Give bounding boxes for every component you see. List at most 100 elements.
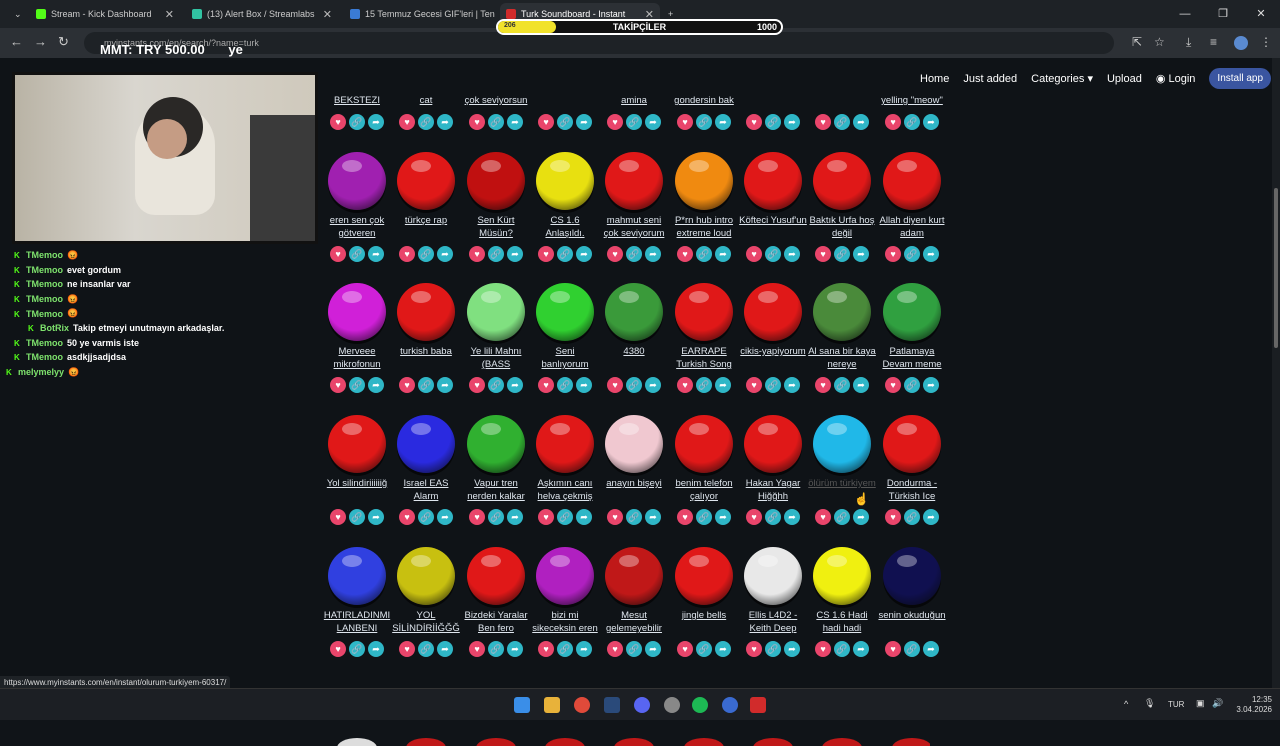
spotify-icon[interactable]: [692, 697, 708, 713]
sound-label[interactable]: [531, 94, 599, 107]
sound-play-button[interactable]: [467, 547, 525, 605]
reload-icon[interactable]: ↻: [58, 34, 69, 50]
share-icon[interactable]: ➦: [368, 509, 384, 525]
share-icon[interactable]: ➦: [853, 246, 869, 262]
nav-upload[interactable]: Upload: [1107, 73, 1142, 85]
share-icon[interactable]: ➦: [784, 509, 800, 525]
sound-play-button[interactable]: [883, 415, 941, 473]
sound-play-button[interactable]: [328, 283, 386, 341]
favorite-heart-icon[interactable]: ♥: [815, 641, 831, 657]
profile-avatar[interactable]: [1234, 36, 1248, 50]
sound-play-button[interactable]: [813, 152, 871, 210]
sound-play-button[interactable]: [744, 152, 802, 210]
sound-play-button[interactable]: [476, 738, 516, 746]
sound-label[interactable]: Dondurma - Türkish Ice: [878, 477, 946, 503]
copy-link-icon[interactable]: 🔗: [557, 377, 573, 393]
share-icon[interactable]: ➦: [853, 114, 869, 130]
sound-play-button[interactable]: [813, 415, 871, 473]
favorite-heart-icon[interactable]: ♥: [746, 377, 762, 393]
back-icon[interactable]: ←: [10, 34, 23, 49]
sound-play-button[interactable]: [883, 547, 941, 605]
file-explorer-icon[interactable]: [544, 697, 560, 713]
copy-link-icon[interactable]: 🔗: [904, 641, 920, 657]
share-icon[interactable]: ➦: [576, 246, 592, 262]
sound-play-button[interactable]: [467, 152, 525, 210]
sound-label[interactable]: Al sana bir kaya nereye: [808, 345, 876, 371]
menu-icon[interactable]: ⋮: [1260, 35, 1272, 49]
copy-link-icon[interactable]: 🔗: [418, 114, 434, 130]
share-icon[interactable]: ➦: [853, 377, 869, 393]
sound-play-button[interactable]: [744, 415, 802, 473]
favorite-heart-icon[interactable]: ♥: [469, 246, 485, 262]
favorite-heart-icon[interactable]: ♥: [815, 509, 831, 525]
favorite-heart-icon[interactable]: ♥: [399, 509, 415, 525]
sound-play-button[interactable]: [328, 547, 386, 605]
steam-icon[interactable]: [604, 697, 620, 713]
copy-link-icon[interactable]: 🔗: [904, 377, 920, 393]
bookmark-icon[interactable]: ☆: [1154, 35, 1165, 49]
share-icon[interactable]: ➦: [507, 377, 523, 393]
sound-label[interactable]: HATIRLADINMI LANBENI: [323, 609, 391, 635]
favorite-heart-icon[interactable]: ♥: [607, 509, 623, 525]
sound-play-button[interactable]: [605, 283, 663, 341]
discord-icon[interactable]: [634, 697, 650, 713]
share-icon[interactable]: ➦: [923, 641, 939, 657]
sound-label[interactable]: Bizdeki Yaralar Ben fero: [462, 609, 530, 635]
share-icon[interactable]: ➦: [368, 246, 384, 262]
sound-play-button[interactable]: [813, 547, 871, 605]
sound-label[interactable]: amina: [600, 94, 668, 107]
copy-link-icon[interactable]: 🔗: [557, 641, 573, 657]
favorite-heart-icon[interactable]: ♥: [815, 246, 831, 262]
favorite-heart-icon[interactable]: ♥: [538, 509, 554, 525]
sound-label[interactable]: Ye lili Mahnı (BASS: [462, 345, 530, 371]
copy-link-icon[interactable]: 🔗: [418, 509, 434, 525]
sound-label[interactable]: türkçe rap: [392, 214, 460, 240]
share-icon[interactable]: ➦: [437, 114, 453, 130]
copy-link-icon[interactable]: 🔗: [488, 114, 504, 130]
sound-label[interactable]: Merveee mikrofonun: [323, 345, 391, 371]
sound-label[interactable]: BEKSTEZI: [323, 94, 391, 107]
share-icon[interactable]: ➦: [923, 114, 939, 130]
share-icon[interactable]: ➦: [715, 509, 731, 525]
favorite-heart-icon[interactable]: ♥: [330, 246, 346, 262]
favorite-heart-icon[interactable]: ♥: [885, 377, 901, 393]
sound-label[interactable]: P*rn hub intro extreme loud: [670, 214, 738, 240]
share-icon[interactable]: ➦: [507, 509, 523, 525]
copy-link-icon[interactable]: 🔗: [765, 114, 781, 130]
copy-link-icon[interactable]: 🔗: [626, 641, 642, 657]
sound-play-button[interactable]: [536, 283, 594, 341]
favorite-heart-icon[interactable]: ♥: [815, 114, 831, 130]
sound-label[interactable]: cat: [392, 94, 460, 107]
sound-play-button[interactable]: [536, 152, 594, 210]
favorite-heart-icon[interactable]: ♥: [538, 246, 554, 262]
download-icon[interactable]: ⤓: [1186, 35, 1191, 50]
favorite-heart-icon[interactable]: ♥: [677, 377, 693, 393]
copy-link-icon[interactable]: 🔗: [696, 246, 712, 262]
sound-play-button[interactable]: [605, 547, 663, 605]
minimize-icon[interactable]: —: [1166, 0, 1204, 28]
copy-link-icon[interactable]: 🔗: [418, 641, 434, 657]
sound-play-button[interactable]: [883, 283, 941, 341]
share-icon[interactable]: ➦: [715, 246, 731, 262]
sound-play-button[interactable]: [684, 738, 724, 746]
sound-label[interactable]: Mesut gelemeyebilir: [600, 609, 668, 635]
share-icon[interactable]: ➦: [853, 509, 869, 525]
sound-play-button[interactable]: [467, 415, 525, 473]
restore-icon[interactable]: ❐: [1204, 0, 1242, 28]
copy-link-icon[interactable]: 🔗: [488, 377, 504, 393]
favorite-heart-icon[interactable]: ♥: [885, 641, 901, 657]
copy-link-icon[interactable]: 🔗: [765, 641, 781, 657]
copy-link-icon[interactable]: 🔗: [834, 246, 850, 262]
share-icon[interactable]: ➦: [645, 377, 661, 393]
favorite-heart-icon[interactable]: ♥: [746, 641, 762, 657]
obs-icon[interactable]: [664, 697, 680, 713]
sound-play-button[interactable]: [813, 283, 871, 341]
favorite-heart-icon[interactable]: ♥: [885, 509, 901, 525]
favorite-heart-icon[interactable]: ♥: [746, 246, 762, 262]
favorite-heart-icon[interactable]: ♥: [469, 641, 485, 657]
sound-play-button[interactable]: [744, 283, 802, 341]
sound-label[interactable]: jingle bells: [670, 609, 738, 635]
share-icon[interactable]: ➦: [784, 641, 800, 657]
favorite-heart-icon[interactable]: ♥: [330, 377, 346, 393]
sound-play-button[interactable]: [337, 738, 377, 746]
